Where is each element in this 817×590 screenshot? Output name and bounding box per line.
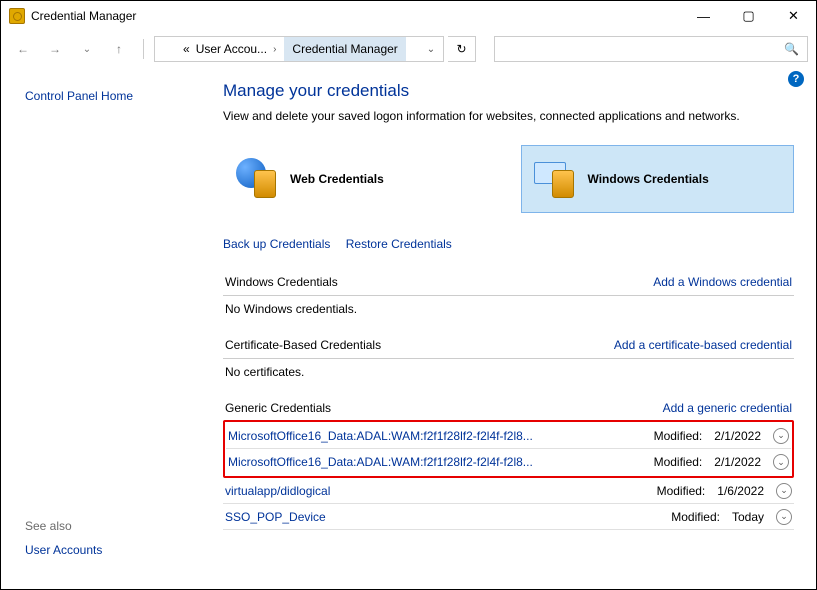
section-certificate-credentials: Certificate-Based Credentials Add a cert… <box>223 332 794 359</box>
app-icon <box>9 8 25 24</box>
nav-up-button[interactable]: ↑ <box>105 35 133 63</box>
modified-label: Modified: <box>654 429 703 443</box>
breadcrumb-parent[interactable]: User Accou... <box>196 42 267 56</box>
certificate-credentials-body: No certificates. <box>223 359 794 395</box>
close-button[interactable]: ✕ <box>771 1 816 31</box>
chevron-down-icon[interactable]: ⌄ <box>773 428 789 444</box>
tab-windows-credentials[interactable]: Windows Credentials <box>521 145 795 213</box>
refresh-button[interactable]: ↻ <box>448 36 476 62</box>
tab-web-label: Web Credentials <box>290 172 384 186</box>
tab-win-label: Windows Credentials <box>588 172 709 186</box>
section-title: Windows Credentials <box>225 275 338 289</box>
credential-date: 1/6/2022 <box>717 484 764 498</box>
nav-row: ← → ⌄ ↑ «User Accou...› Credential Manag… <box>1 31 816 67</box>
restore-credentials-link[interactable]: Restore Credentials <box>346 237 452 251</box>
credential-row[interactable]: MicrosoftOffice16_Data:ADAL:WAM:f2f1f28l… <box>226 423 791 449</box>
minimize-button[interactable]: — <box>681 1 726 31</box>
sidebar: Control Panel Home See also User Account… <box>1 67 215 589</box>
section-title: Generic Credentials <box>225 401 331 415</box>
globe-vault-icon <box>236 158 278 200</box>
search-icon: 🔍 <box>784 42 799 56</box>
user-accounts-link[interactable]: User Accounts <box>25 543 102 557</box>
control-panel-home-link[interactable]: Control Panel Home <box>25 89 215 103</box>
tab-web-credentials[interactable]: Web Credentials <box>223 145 497 213</box>
address-bar[interactable]: «User Accou...› Credential Manager ⌄ <box>154 36 444 62</box>
see-also-label: See also <box>25 519 215 533</box>
modified-label: Modified: <box>654 455 703 469</box>
section-windows-credentials: Windows Credentials Add a Windows creden… <box>223 269 794 296</box>
window-title: Credential Manager <box>31 9 136 23</box>
credential-date: 2/1/2022 <box>714 455 761 469</box>
folder-icon <box>163 42 177 56</box>
monitor-vault-icon <box>534 158 576 200</box>
backup-credentials-link[interactable]: Back up Credentials <box>223 237 330 251</box>
windows-credentials-body: No Windows credentials. <box>223 296 794 332</box>
page-subtitle: View and delete your saved logon informa… <box>223 109 794 123</box>
credential-row[interactable]: virtualapp/didlogical Modified: 1/6/2022… <box>223 478 794 504</box>
chevron-down-icon[interactable]: ⌄ <box>776 483 792 499</box>
section-title: Certificate-Based Credentials <box>225 338 381 352</box>
credential-row[interactable]: MicrosoftOffice16_Data:ADAL:WAM:f2f1f28l… <box>226 449 791 475</box>
help-icon[interactable]: ? <box>788 71 804 87</box>
section-generic-credentials: Generic Credentials Add a generic creden… <box>223 395 794 422</box>
credential-name: MicrosoftOffice16_Data:ADAL:WAM:f2f1f28l… <box>228 429 533 443</box>
content-pane: ? Manage your credentials View and delet… <box>215 67 816 589</box>
chevron-down-icon[interactable]: ⌄ <box>776 509 792 525</box>
title-bar: Credential Manager — ▢ ✕ <box>1 1 816 31</box>
add-certificate-credential-link[interactable]: Add a certificate-based credential <box>614 338 792 352</box>
add-windows-credential-link[interactable]: Add a Windows credential <box>653 275 792 289</box>
chevron-down-icon[interactable]: ⌄ <box>773 454 789 470</box>
chevron-right-icon[interactable]: › <box>273 44 276 55</box>
breadcrumb-current[interactable]: Credential Manager <box>292 42 397 56</box>
credential-name: virtualapp/didlogical <box>225 484 330 498</box>
nav-recent-button[interactable]: ⌄ <box>73 35 101 63</box>
add-generic-credential-link[interactable]: Add a generic credential <box>663 401 792 415</box>
address-dropdown[interactable]: ⌄ <box>419 44 443 55</box>
credential-date: Today <box>732 510 764 524</box>
credential-name: MicrosoftOffice16_Data:ADAL:WAM:f2f1f28l… <box>228 455 533 469</box>
nav-forward-button[interactable]: → <box>41 35 69 63</box>
page-heading: Manage your credentials <box>223 81 794 101</box>
credential-date: 2/1/2022 <box>714 429 761 443</box>
maximize-button[interactable]: ▢ <box>726 1 771 31</box>
credential-row[interactable]: SSO_POP_Device Modified: Today ⌄ <box>223 504 794 530</box>
modified-label: Modified: <box>671 510 720 524</box>
search-input[interactable]: 🔍 <box>494 36 808 62</box>
credential-name: SSO_POP_Device <box>225 510 326 524</box>
modified-label: Modified: <box>657 484 706 498</box>
separator <box>143 39 144 59</box>
nav-back-button[interactable]: ← <box>9 35 37 63</box>
credential-highlight-box: MicrosoftOffice16_Data:ADAL:WAM:f2f1f28l… <box>223 420 794 478</box>
